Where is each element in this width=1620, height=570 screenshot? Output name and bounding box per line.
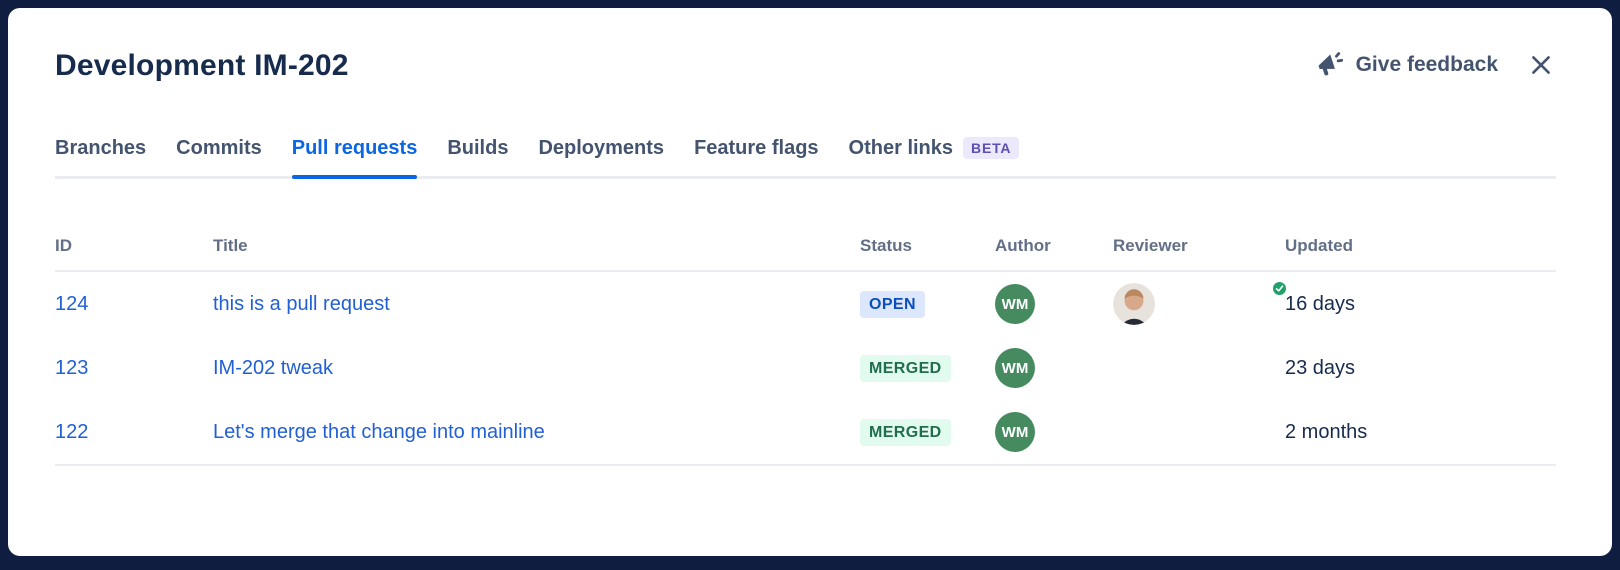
tab-label: Feature flags [694, 134, 818, 162]
tab-other-links[interactable]: Other links BETA [849, 134, 1020, 176]
close-button[interactable] [1526, 50, 1556, 80]
tab-label: Branches [55, 134, 146, 162]
reviewer-avatar[interactable] [1113, 283, 1285, 325]
pr-id-link[interactable]: 123 [55, 357, 213, 380]
column-header-updated: Updated [1285, 235, 1556, 256]
pr-title-link[interactable]: IM-202 tweak [213, 357, 860, 380]
table-header-row: ID Title Status Author Reviewer Updated [55, 235, 1556, 272]
give-feedback-label: Give feedback [1356, 53, 1498, 77]
tab-deployments[interactable]: Deployments [538, 134, 664, 176]
table-body: 124 this is a pull request OPEN WM [55, 272, 1556, 466]
author-avatar[interactable]: WM [995, 284, 1035, 324]
author-avatar[interactable]: WM [995, 348, 1035, 388]
page-title: Development IM-202 [55, 48, 349, 84]
table-row: 124 this is a pull request OPEN WM [55, 272, 1556, 336]
beta-badge: BETA [963, 137, 1019, 159]
status-badge: OPEN [860, 291, 925, 318]
tab-branches[interactable]: Branches [55, 134, 146, 176]
dev-panel-tabs: Branches Commits Pull requests Builds De… [55, 134, 1556, 179]
updated-value: 23 days [1285, 357, 1556, 380]
megaphone-icon [1316, 51, 1344, 79]
table-row: 123 IM-202 tweak MERGED WM 23 days [55, 336, 1556, 400]
approved-check-icon [1271, 280, 1288, 297]
pr-id-link[interactable]: 122 [55, 421, 213, 444]
updated-value: 2 months [1285, 421, 1556, 444]
column-header-reviewer: Reviewer [1113, 235, 1285, 256]
column-header-author: Author [995, 235, 1113, 256]
header-actions: Give feedback [1316, 50, 1556, 80]
tab-label: Deployments [538, 134, 664, 162]
tab-label: Builds [447, 134, 508, 162]
author-avatar[interactable]: WM [995, 412, 1035, 452]
development-dialog: Development IM-202 Give feed [8, 8, 1612, 556]
tab-pull-requests[interactable]: Pull requests [292, 134, 418, 176]
status-badge: MERGED [860, 419, 951, 446]
pull-requests-table: ID Title Status Author Reviewer Updated … [55, 235, 1556, 466]
pr-id-link[interactable]: 124 [55, 293, 213, 316]
tab-builds[interactable]: Builds [447, 134, 508, 176]
pr-title-link[interactable]: Let's merge that change into mainline [213, 421, 860, 444]
tab-commits[interactable]: Commits [176, 134, 262, 176]
give-feedback-button[interactable]: Give feedback [1316, 51, 1498, 79]
tab-feature-flags[interactable]: Feature flags [694, 134, 818, 176]
column-header-title: Title [213, 235, 860, 256]
column-header-status: Status [860, 235, 995, 256]
tab-label: Other links [849, 134, 953, 162]
status-badge: MERGED [860, 355, 951, 382]
column-header-id: ID [55, 235, 213, 256]
tab-label: Pull requests [292, 134, 418, 162]
table-row: 122 Let's merge that change into mainlin… [55, 400, 1556, 464]
reviewer-photo-image [1113, 283, 1155, 325]
tab-label: Commits [176, 134, 262, 162]
dialog-header: Development IM-202 Give feed [55, 48, 1556, 84]
close-icon [1528, 52, 1554, 78]
pr-title-link[interactable]: this is a pull request [213, 293, 860, 316]
updated-value: 16 days [1285, 293, 1556, 316]
